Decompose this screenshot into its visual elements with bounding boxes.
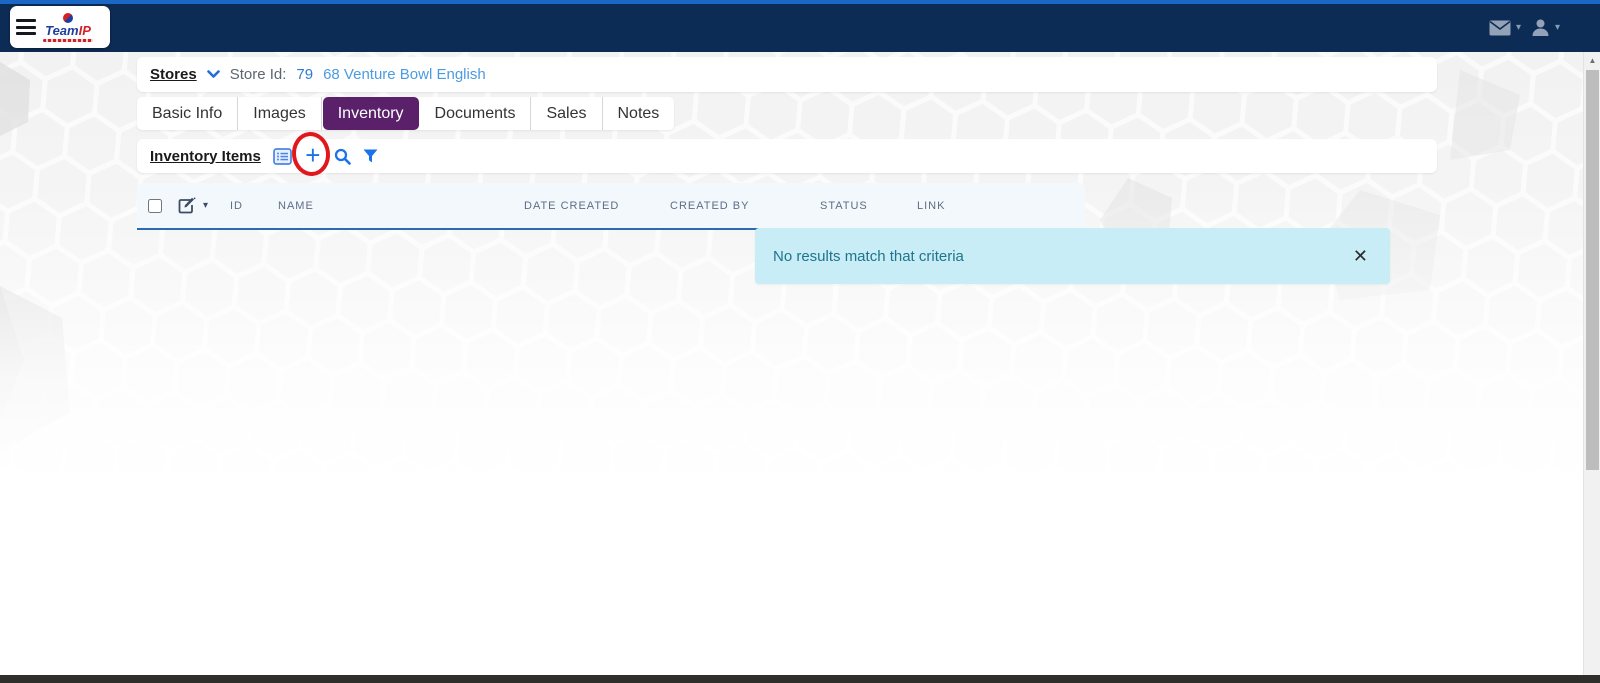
edit-icon[interactable] [178,183,196,228]
logo-card: TeamIP [10,6,110,48]
logo-emblem-icon [63,13,73,23]
vertical-scrollbar[interactable]: ▲ [1583,52,1600,683]
scrollbar-thumb[interactable] [1586,70,1599,470]
tab-notes[interactable]: Notes [603,97,675,130]
topbar-actions: ▾ ▾ [1489,18,1560,37]
store-id-value: 79 [296,66,313,83]
column-header-status[interactable]: STATUS [820,183,868,228]
top-navbar: TeamIP ▾ ▾ [0,0,1600,52]
bottom-bar [0,675,1600,683]
store-name-link[interactable]: 68 Venture Bowl English [323,66,486,83]
app-screen: TeamIP ▾ ▾ Stores [0,0,1600,683]
column-header-created-by[interactable]: CREATED BY [670,183,749,228]
inventory-table-header: ▾ ID NAME DATE CREATED CREATED BY STATUS… [137,183,1085,230]
tab-basic-info[interactable]: Basic Info [137,97,238,130]
column-header-name[interactable]: NAME [278,183,314,228]
user-menu[interactable]: ▾ [1531,18,1560,37]
logo-tagline [43,39,93,42]
chevron-down-icon: ▾ [1516,22,1521,33]
store-tabs: Basic Info Images Inventory Documents Sa… [137,97,674,130]
hamburger-menu-icon[interactable] [16,19,36,35]
chevron-down-icon: ▾ [1555,22,1560,33]
breadcrumb: Stores Store Id: 79 68 Venture Bowl Engl… [137,57,1437,92]
column-header-id[interactable]: ID [230,183,243,228]
select-all-checkbox[interactable] [148,183,162,228]
user-icon [1531,18,1550,37]
breadcrumb-stores-link[interactable]: Stores [150,66,197,83]
tab-images[interactable]: Images [238,97,321,130]
messages-menu[interactable]: ▾ [1489,20,1521,36]
tab-documents[interactable]: Documents [420,97,532,130]
inventory-items-title[interactable]: Inventory Items [150,148,261,165]
search-icon[interactable] [334,148,351,165]
store-id-label: Store Id: [230,66,287,83]
inventory-toolbar: Inventory Items + [137,139,1437,173]
close-icon[interactable]: ✕ [1349,245,1372,267]
chevron-down-icon[interactable] [207,70,220,79]
teamip-logo[interactable]: TeamIP [43,13,93,42]
list-view-icon[interactable] [273,148,292,165]
logo-text: TeamIP [45,24,91,37]
scroll-up-arrow-icon[interactable]: ▲ [1584,56,1600,65]
no-results-alert: No results match that criteria ✕ [755,228,1390,284]
tab-inventory[interactable]: Inventory [323,97,419,130]
edit-dropdown-caret-icon[interactable]: ▾ [203,183,208,228]
column-header-link[interactable]: LINK [917,183,945,228]
alert-message: No results match that criteria [773,248,1349,265]
select-all-checkbox-input[interactable] [148,199,162,213]
add-item-icon[interactable]: + [305,142,320,168]
envelope-icon [1489,20,1511,36]
filter-icon[interactable] [363,149,378,163]
tab-sales[interactable]: Sales [531,97,602,130]
column-header-date-created[interactable]: DATE CREATED [524,183,619,228]
